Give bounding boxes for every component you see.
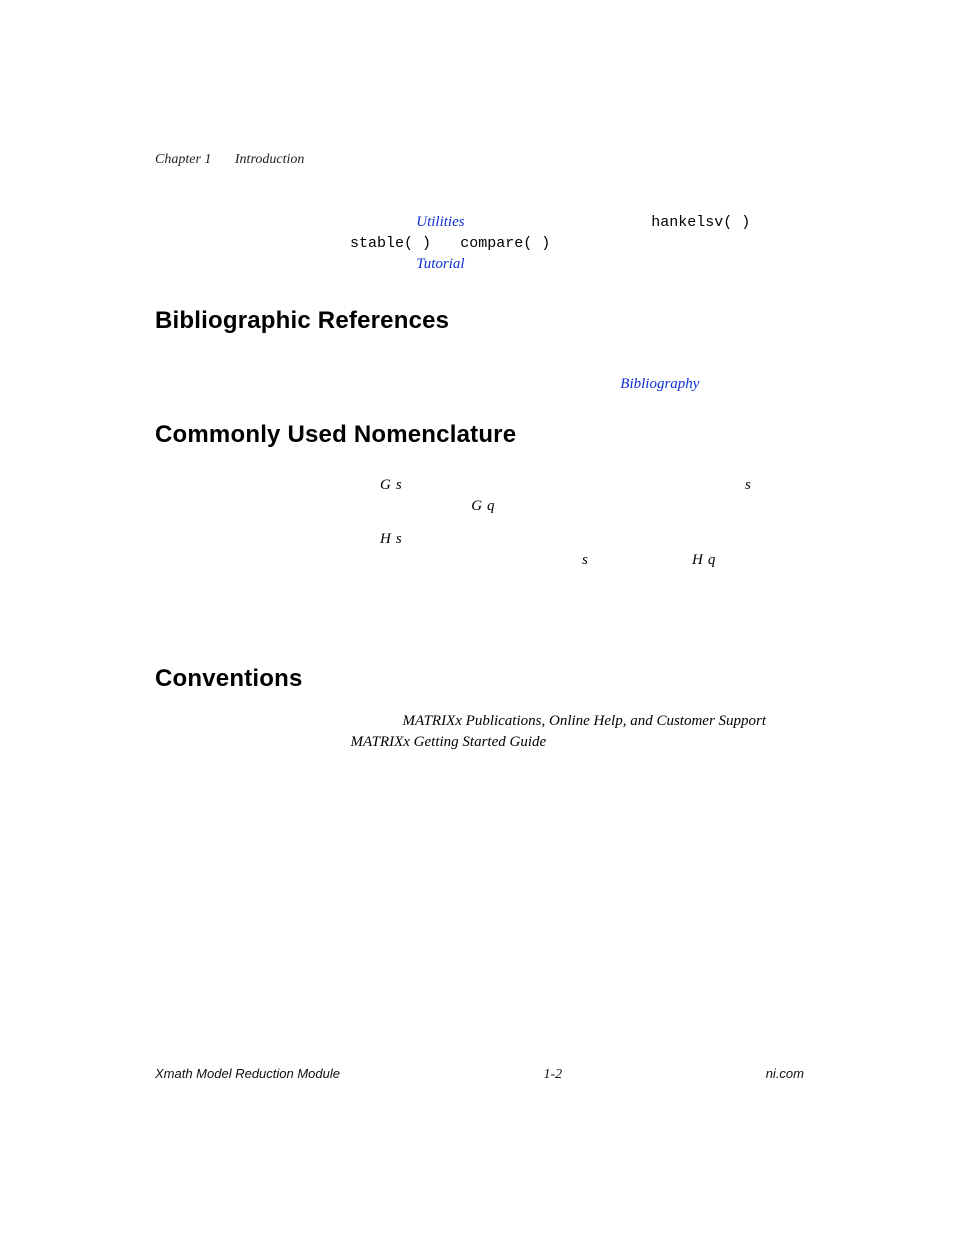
spacer (350, 583, 804, 637)
nom1-line2: the Laplace va G(q) (380, 498, 500, 514)
hidden-filler: Throughout this document, bibliographic … (350, 355, 747, 371)
page: Chapter 1 Introduction Chapter 6, Utilit… (0, 0, 954, 1235)
code-stable: stable( ) (350, 235, 431, 252)
nom1-line1: G(s) typically denotes the transfer matr… (380, 477, 751, 493)
nom2-line1: H(s) (380, 531, 407, 547)
conv-line2: in the MATRIXx Getting Started Guide (313, 732, 804, 753)
italic-guide: MATRIXx Getting Started Guide (351, 734, 547, 750)
para-utilities: Chapter 6, Utilities, describes three ut… (350, 212, 804, 275)
hidden-filler: in the (313, 734, 351, 750)
para-utilities-line1: Chapter 6, Utilities, describes three ut… (350, 212, 804, 233)
code-compare: compare( ) (460, 235, 550, 252)
page-footer: Xmath Model Reduction Module 1-2 ni.com (155, 1066, 804, 1083)
footer-page-number: 1-2 (544, 1067, 563, 1083)
hidden-filler: Refer to (350, 713, 402, 729)
var-s: s (745, 477, 751, 493)
hidden-filler: bracketed entries. For example, a refere… (350, 376, 620, 392)
bullet-icon (354, 537, 359, 542)
nomenclature-item: G(s) typically denotes the transfer matr… (350, 475, 804, 517)
hidden-filler: Chapter 6, (350, 214, 416, 230)
hidden-filler: , describes three utility functio (465, 214, 652, 230)
hidden-filler: approximation of the system Lap (380, 552, 582, 568)
bib-line1: Throughout this document, bibliographic … (350, 353, 804, 374)
utilities-link[interactable]: Utilities (416, 214, 464, 230)
footer-left: Xmath Model Reduction Module (155, 1066, 340, 1081)
running-header: Chapter 1 Introduction (155, 152, 804, 168)
hidden-paren: ) (402, 477, 407, 493)
tutorial-link[interactable]: Tutorial (416, 256, 464, 272)
nomenclature-item: H(s) approximation of the system Lap s t… (350, 529, 804, 571)
code-hankelsv: hankelsv( ) (651, 214, 750, 231)
heading-bibliographic-references: Bibliographic References (155, 307, 804, 335)
nomenclature-list: G(s) typically denotes the transfer matr… (350, 475, 804, 637)
hidden-filler: typically denotes the transfer matrix of… (410, 477, 745, 493)
bullet-icon (354, 483, 359, 488)
hidden-paren: ) (402, 531, 407, 547)
italic-pubs: MATRIXx Publications, Online Help, and C… (402, 713, 766, 729)
hidden-filler: the Laplace va (380, 498, 471, 514)
footer-right: ni.com (766, 1066, 804, 1081)
var-G: G (471, 498, 482, 514)
var-H: H (380, 531, 391, 547)
para-conventions: Refer to MATRIXx Publications, Online He… (350, 711, 804, 753)
var-G: G (380, 477, 391, 493)
bib-line2: bracketed entries. For example, a refere… (350, 374, 804, 395)
var-H: H (692, 552, 703, 568)
nom2-line2: approximation of the system Lap s the La… (380, 552, 720, 568)
chapter-label: Chapter 1 (155, 152, 211, 167)
para-utilities-line3: Chapter 7, Tutorial (350, 254, 804, 275)
para-utilities-line2: stable( ) and compare( ) (350, 233, 804, 254)
hidden-filler: the Laplace vari (592, 552, 692, 568)
hidden-paren: ) (715, 552, 720, 568)
heading-conventions: Conventions (155, 665, 804, 693)
hidden-filler: Chapter 7, (350, 256, 416, 272)
heading-commonly-used-nomenclature: Commonly Used Nomenclature (155, 421, 804, 449)
hidden-paren: ) (495, 498, 500, 514)
chapter-title: Introduction (235, 152, 304, 167)
bibliography-link[interactable]: Bibliography (620, 376, 699, 392)
conv-line1: Refer to MATRIXx Publications, Online He… (350, 711, 804, 732)
var-q: q (487, 498, 495, 514)
var-s: s (582, 552, 588, 568)
hidden-filler: and (431, 235, 460, 251)
para-bibliography: Throughout this document, bibliographic … (350, 353, 804, 395)
